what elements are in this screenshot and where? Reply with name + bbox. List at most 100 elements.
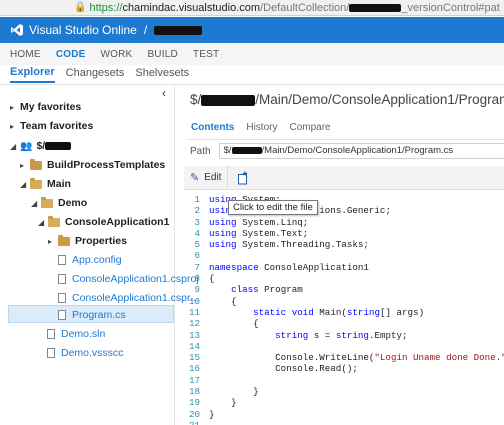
code-line: 10 { [184, 296, 504, 307]
line-number: 2 [194, 205, 200, 217]
hub-nav-build[interactable]: BUILD [147, 49, 177, 60]
tree-label: ConsoleApplication1 [65, 216, 170, 228]
app-header: Visual Studio Online / [0, 17, 504, 43]
hub-nav-work[interactable]: WORK [101, 49, 133, 60]
code-text: string s = string.Empty; [275, 329, 408, 341]
redacted-breadcrumb[interactable] [201, 94, 256, 106]
team-favorites-node[interactable]: ▸ Team favorites [10, 117, 93, 135]
file-tabs: Contents History Compare [191, 122, 343, 133]
file-viewer: $/ /Main/Demo/ConsoleApplication1/Program… [176, 86, 504, 425]
breadcrumb-prefix[interactable]: $/ [190, 92, 201, 107]
tree-label: Main [47, 178, 71, 190]
url-scheme: https:// [89, 1, 123, 14]
edit-label: Edit [204, 172, 222, 183]
tree-file-demo-vssscc[interactable]: Demo.vssscc [47, 344, 123, 362]
hub-nav-home[interactable]: HOME [10, 49, 41, 60]
code-text: using System.Linq; [209, 216, 309, 228]
line-number: 14 [188, 340, 200, 352]
tab-history[interactable]: History [246, 122, 277, 133]
code-text: using System.Text; [209, 227, 309, 239]
expand-arrow-icon[interactable]: ▸ [10, 122, 20, 131]
code-line: 6 [184, 250, 504, 261]
breadcrumb-path[interactable]: /Main/Demo/ConsoleApplication1/Program.c… [255, 92, 504, 107]
my-favorites-node[interactable]: ▸ My favorites [10, 98, 81, 116]
tab-compare[interactable]: Compare [289, 122, 330, 133]
tree-label: Program.cs [72, 309, 126, 321]
line-number: 1 [194, 194, 200, 205]
code-text: namespace ConsoleApplication1 [209, 261, 369, 273]
edit-button[interactable]: ✎ Edit [184, 165, 229, 190]
tree-file-app-config[interactable]: App.config [58, 251, 122, 269]
collapse-arrow-icon[interactable]: ◢ [31, 199, 41, 208]
root-node[interactable]: ◢ 👥 $/ [10, 137, 72, 155]
collapse-arrow-icon[interactable]: ◢ [20, 180, 30, 189]
tab-changesets[interactable]: Changesets [66, 67, 125, 82]
address-bar[interactable]: 🔒 https:// chamindac.visualstudio.com /D… [0, 0, 504, 16]
file-icon [47, 329, 55, 339]
tree-file-program-cs[interactable]: Program.cs [58, 306, 126, 324]
path-label: Path [190, 145, 211, 157]
expand-arrow-icon[interactable]: ▸ [48, 237, 58, 246]
path-prefix: $/ [223, 145, 232, 156]
tree-file-demo-sln[interactable]: Demo.sln [47, 325, 105, 343]
code-line: 11 static void Main(string[] args) [184, 307, 504, 318]
line-number: 13 [188, 329, 200, 341]
line-number: 4 [194, 227, 200, 239]
tree-folder-demo[interactable]: ◢ Demo [31, 194, 87, 212]
tree-label: App.config [72, 254, 122, 266]
file-icon [58, 293, 66, 303]
file-icon [58, 274, 66, 284]
folder-icon [58, 234, 70, 246]
sub-nav: Explorer Changesets Shelvesets [0, 65, 504, 85]
code-line: 16 Console.Read(); [184, 363, 504, 374]
expand-arrow-icon[interactable]: ▸ [20, 161, 30, 170]
line-number: 10 [188, 295, 200, 307]
tab-shelvesets[interactable]: Shelvesets [135, 67, 189, 82]
line-number: 8 [194, 273, 200, 285]
code-line: 15 Console.WriteLine("Login Uname done D… [184, 352, 504, 363]
line-number: 17 [188, 374, 200, 386]
code-line: 13 string s = string.Empty; [184, 330, 504, 341]
code-line: 14 [184, 341, 504, 352]
path-input[interactable]: $/ /Main/Demo/ConsoleApplication1/Program… [218, 143, 504, 159]
header-separator: / [143, 23, 148, 37]
tree-folder-properties[interactable]: ▸ Properties [48, 232, 127, 250]
tab-explorer[interactable]: Explorer [10, 66, 55, 83]
file-icon [47, 348, 55, 358]
code-text: } [209, 386, 259, 398]
code-viewer[interactable]: 1using System;2using System.Collections.… [184, 194, 504, 425]
tree-folder-buildprocesstemplates[interactable]: ▸ BuildProcessTemplates [20, 156, 165, 174]
hub-nav-code[interactable]: CODE [56, 49, 86, 60]
team-favorites-label: Team favorites [20, 120, 94, 132]
visual-studio-logo-icon [11, 24, 23, 36]
redacted-block [349, 3, 402, 12]
code-line: 7 namespace ConsoleApplication1 [184, 262, 504, 273]
line-number: 21 [184, 420, 200, 425]
lock-icon: 🔒 [74, 2, 87, 13]
collapse-arrow-icon[interactable]: ◢ [10, 142, 20, 151]
tab-contents[interactable]: Contents [191, 122, 234, 133]
expand-arrow-icon[interactable]: ▸ [10, 103, 20, 112]
line-number: 5 [194, 239, 200, 251]
code-line: 12 { [184, 318, 504, 329]
collapse-arrow-icon[interactable]: ◢ [38, 218, 48, 227]
code-line: 8{ [184, 273, 504, 284]
code-text: static void Main(string[] args) [253, 306, 425, 318]
new-file-icon[interactable] [236, 171, 250, 185]
hub-nav-test[interactable]: TEST [193, 49, 219, 60]
code-line: 19 } [184, 397, 504, 408]
code-text: Console.WriteLine("Login Uname done Done… [209, 352, 504, 364]
tree-folder-main[interactable]: ◢ Main [20, 175, 71, 193]
code-text: { [209, 318, 259, 330]
tree-label: Properties [75, 235, 127, 247]
tree-label: Demo.sln [61, 328, 106, 340]
line-number: 3 [194, 216, 200, 228]
collapse-sidebar-icon[interactable]: ‹ [162, 86, 166, 100]
redacted-project-name[interactable] [154, 25, 203, 35]
brand-title[interactable]: Visual Studio Online [29, 23, 137, 37]
line-number: 16 [188, 363, 200, 375]
line-number: 9 [194, 284, 200, 296]
code-text: } [209, 408, 215, 420]
line-number: 19 [188, 397, 200, 409]
tree-folder-consoleapplication1[interactable]: ◢ ConsoleApplication1 [38, 213, 169, 231]
